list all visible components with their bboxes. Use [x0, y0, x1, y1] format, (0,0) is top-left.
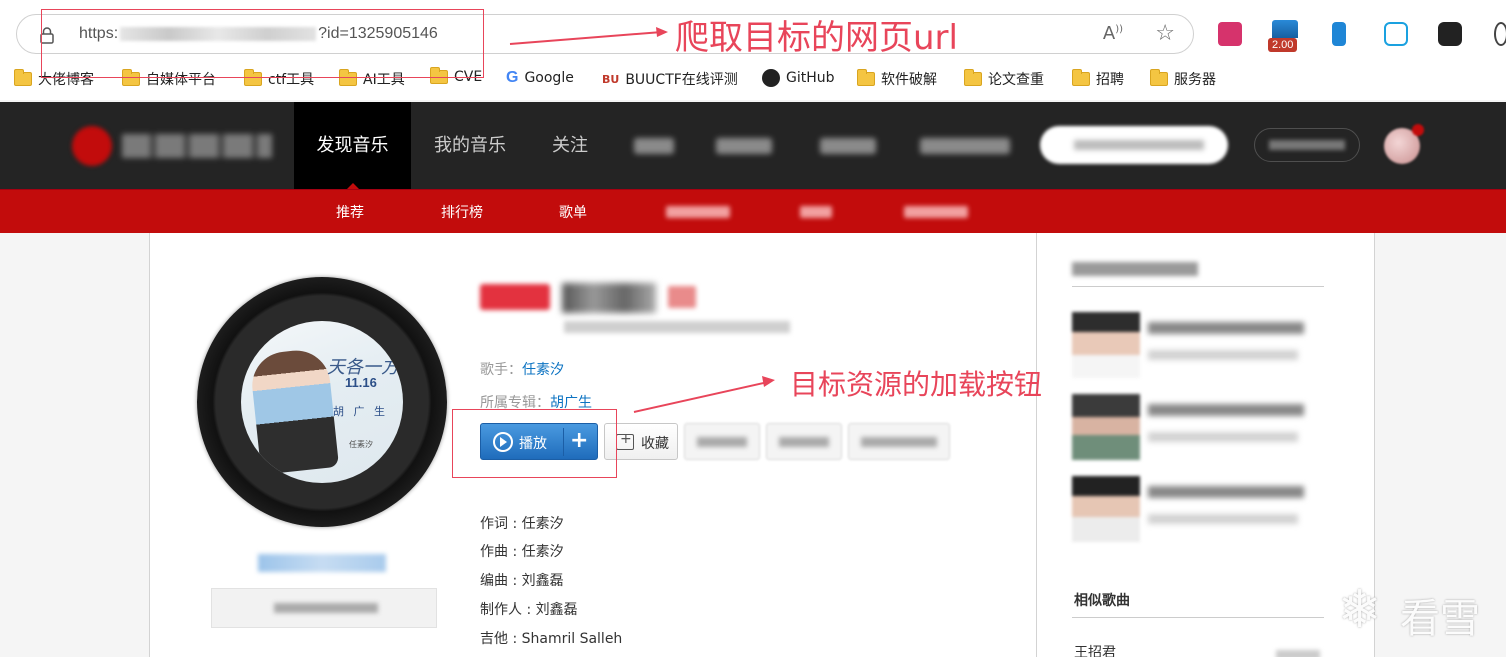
cover-date: 11.16: [345, 375, 377, 390]
read-aloud-icon[interactable]: A)): [1103, 23, 1123, 44]
nav-my-music[interactable]: 我的音乐: [411, 102, 529, 189]
singer-line: 歌手：任素汐: [480, 362, 564, 378]
google-icon: G: [506, 69, 519, 86]
bookmark-item[interactable]: 服务器: [1150, 69, 1216, 89]
bookmark-item[interactable]: 招聘: [1072, 69, 1124, 89]
folder-icon: [857, 69, 875, 86]
nav-item-redacted[interactable]: [920, 138, 1010, 154]
credit-line: 作词 : 任素汐: [480, 516, 564, 532]
download-button-redacted[interactable]: [766, 423, 842, 460]
similar-song-link[interactable]: 王招君: [1074, 642, 1116, 657]
favorite-button-label: 收藏: [641, 436, 669, 452]
sidebar-user-desc-redacted: [1148, 350, 1298, 360]
share-button-redacted[interactable]: [684, 423, 760, 460]
bookmark-item[interactable]: 软件破解: [857, 69, 937, 89]
url-annotation-box: [41, 9, 484, 78]
site-logo[interactable]: [72, 124, 272, 168]
sidebar-user-name-redacted: [1148, 404, 1304, 416]
folder-icon: [964, 69, 982, 86]
github-icon: [762, 69, 780, 87]
subnav-recommend[interactable]: 推荐: [336, 202, 364, 222]
song-mv-icon[interactable]: [668, 286, 696, 308]
logo-text-redacted: [122, 134, 272, 158]
cover-small-text: 任素汐: [349, 440, 373, 449]
credit-line: 制作人 : 刘鑫磊: [480, 602, 578, 618]
tampermonkey-extension-icon[interactable]: [1438, 22, 1462, 46]
nav-item-redacted[interactable]: [820, 138, 876, 154]
singer-link[interactable]: 任素汐: [522, 362, 564, 378]
song-title-redacted: [562, 283, 656, 313]
song-tag-badge: [480, 284, 550, 310]
bookmark-item[interactable]: BU BUUCTF在线评测: [602, 69, 738, 89]
cover-button-redacted[interactable]: [211, 588, 437, 628]
sidebar-divider-line: [1072, 286, 1324, 287]
credit-line: 吉他 : Shamril Salleh: [480, 631, 623, 647]
folder-plus-icon: [616, 431, 634, 450]
snowflake-icon: ❄: [1338, 580, 1382, 640]
bookmark-extension-icon[interactable]: [1332, 22, 1346, 46]
sidebar-divider-line: [1072, 617, 1324, 618]
folder-icon: [1072, 69, 1090, 86]
buuctf-icon: BU: [602, 72, 620, 86]
sidebar-user-avatar[interactable]: [1072, 312, 1140, 378]
subnav-item-redacted[interactable]: [666, 206, 730, 218]
sidebar-heading-redacted: [1072, 262, 1198, 276]
notification-dot: [1412, 124, 1424, 136]
comment-button-redacted[interactable]: [848, 423, 950, 460]
translate-extension-icon[interactable]: [1218, 22, 1242, 46]
kanxue-watermark: ❄ 看雪: [1338, 580, 1498, 642]
song-subtitle-redacted: [564, 321, 790, 333]
credit-line: 编曲 : 刘鑫磊: [480, 573, 564, 589]
button-annotation-label: 目标资源的加载按钮: [790, 368, 1043, 401]
button-annotation-box: [452, 409, 617, 478]
watermark-text: 看雪: [1400, 596, 1480, 642]
subnav-playlist[interactable]: 歌单: [559, 202, 587, 222]
sidebar-user-name-redacted: [1148, 486, 1304, 498]
creator-center-button[interactable]: [1254, 128, 1360, 162]
folder-icon: [14, 69, 32, 86]
sidebar-user-desc-redacted: [1148, 514, 1298, 524]
speed-extension-icon[interactable]: [1272, 20, 1298, 38]
similar-songs-title: 相似歌曲: [1074, 593, 1130, 609]
puzzle-extension-icon[interactable]: [1494, 22, 1506, 46]
speed-extension-badge: 2.00: [1268, 38, 1298, 52]
search-input[interactable]: [1040, 126, 1228, 164]
logo-disc-icon: [72, 126, 112, 166]
sidebar-divider: [1036, 233, 1037, 657]
credit-line: 作曲 : 任素汐: [480, 544, 564, 560]
sidebar-user-avatar[interactable]: [1072, 476, 1140, 542]
nav-follow[interactable]: 关注: [529, 102, 611, 189]
sidebar-user-row[interactable]: [1072, 312, 1324, 378]
cloud-extension-icon[interactable]: [1384, 22, 1408, 46]
user-avatar[interactable]: [1384, 124, 1424, 164]
album-cover: 天各一方 11.16 胡 广 生 任素汐: [241, 321, 403, 483]
cover-link-redacted[interactable]: [258, 554, 386, 572]
sidebar-user-desc-redacted: [1148, 432, 1298, 442]
favorite-star-icon[interactable]: ☆: [1155, 21, 1175, 46]
sidebar-user-row[interactable]: [1072, 476, 1324, 542]
cover-artist-line: 胡 广 生: [333, 405, 388, 418]
bookmark-item[interactable]: G Google: [506, 69, 574, 87]
sidebar-user-avatar[interactable]: [1072, 394, 1140, 460]
subnav-item-redacted[interactable]: [800, 206, 832, 218]
bookmark-item[interactable]: 论文查重: [964, 69, 1044, 89]
cover-figure: [248, 347, 340, 475]
nav-discover-music[interactable]: 发现音乐: [294, 102, 411, 189]
sidebar-user-name-redacted: [1148, 322, 1304, 334]
nav-item-redacted[interactable]: [634, 138, 674, 154]
subnav-item-redacted[interactable]: [904, 206, 968, 218]
similar-song-artist-redacted: [1276, 650, 1320, 657]
sub-nav: 推荐 排行榜 歌单: [0, 189, 1506, 233]
nav-item-redacted[interactable]: [716, 138, 772, 154]
site-top-nav: 发现音乐 我的音乐 关注: [0, 102, 1506, 189]
url-annotation-label: 爬取目标的网页url: [675, 18, 958, 58]
bookmark-item[interactable]: GitHub: [762, 69, 835, 87]
sidebar-user-row[interactable]: [1072, 394, 1324, 460]
folder-icon: [1150, 69, 1168, 86]
subnav-chart[interactable]: 排行榜: [441, 202, 483, 222]
